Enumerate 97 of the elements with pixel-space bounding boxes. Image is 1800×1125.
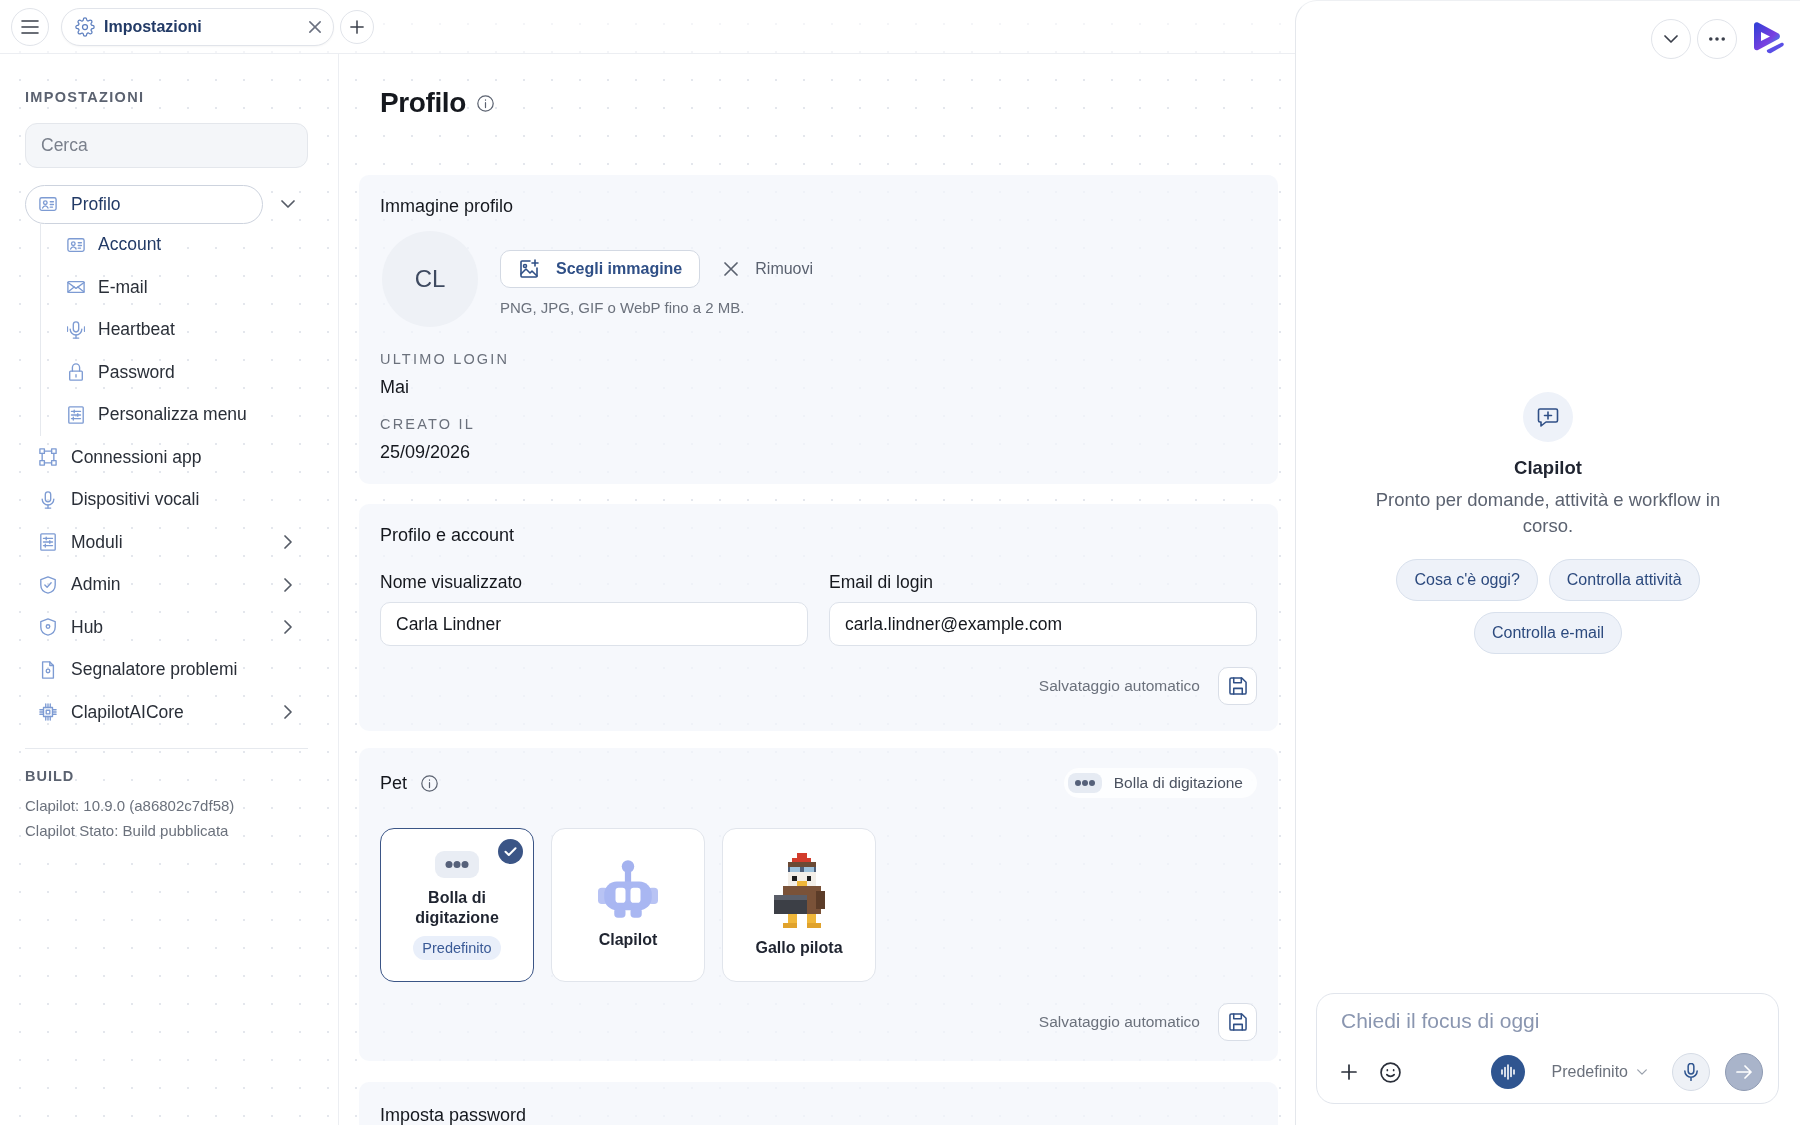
document-icon bbox=[39, 660, 57, 679]
sidebar-item[interactable]: Segnalatore problemi bbox=[25, 650, 263, 690]
default-badge: Predefinito bbox=[413, 935, 501, 960]
sidebar-heading: IMPOSTAZIONI bbox=[25, 88, 146, 106]
save-icon bbox=[1228, 677, 1247, 695]
id-card-icon bbox=[67, 235, 85, 254]
sidebar-subitem[interactable]: Heartbeat bbox=[41, 308, 307, 351]
build-info: Clapilot: 10.9.0 (a86802c7df58) bbox=[25, 795, 236, 816]
sidebar-item[interactable]: Profilo bbox=[25, 184, 263, 224]
emoji-button[interactable] bbox=[1380, 1061, 1401, 1083]
shield-icon bbox=[39, 618, 57, 637]
page-title: Profilo bbox=[380, 87, 466, 119]
save-button[interactable] bbox=[1218, 1003, 1257, 1041]
remove-button[interactable]: Rimuovi bbox=[724, 250, 814, 288]
section-title: Pet bbox=[380, 771, 408, 795]
chevron-right-icon[interactable] bbox=[281, 577, 295, 592]
voice-mode-button[interactable] bbox=[1490, 1055, 1525, 1089]
collapse-button[interactable] bbox=[1651, 18, 1691, 59]
field-label: Email di login bbox=[829, 571, 935, 593]
build-info: Clapilot Stato: Build pubblicata bbox=[25, 820, 230, 841]
autosave-label: Salvataggio automatico bbox=[1038, 677, 1200, 695]
sidebar-item[interactable]: Dispositivi vocali bbox=[25, 480, 263, 520]
microphone-waves-icon bbox=[67, 320, 85, 339]
text-field[interactable]: Carla Lindner bbox=[380, 602, 808, 646]
microphone-icon bbox=[1682, 1063, 1700, 1081]
sidebar-subitem[interactable]: E-mail bbox=[41, 266, 307, 309]
shield-check-icon bbox=[39, 575, 57, 594]
section-title: Immagine profilo bbox=[380, 195, 515, 218]
sidebar-item[interactable]: ClapilotAICore bbox=[25, 692, 263, 732]
menu-icon bbox=[21, 17, 39, 36]
sliders-icon bbox=[67, 405, 85, 424]
id-card-icon bbox=[39, 195, 57, 214]
connected-nodes-icon bbox=[39, 448, 57, 467]
avatar: CL bbox=[382, 231, 478, 327]
pet-option[interactable]: Clapilot bbox=[551, 828, 705, 982]
add-button[interactable] bbox=[1341, 1064, 1357, 1080]
autosave-label: Salvataggio automatico bbox=[1038, 1013, 1200, 1031]
sidebar-item[interactable]: Hub bbox=[25, 607, 263, 647]
sidebar-item[interactable]: Moduli bbox=[25, 522, 263, 562]
pet-option[interactable]: Bolla di digitazione Predefinito bbox=[380, 828, 534, 982]
check-icon bbox=[498, 839, 523, 864]
model-selector[interactable]: Predefinito bbox=[1551, 1063, 1647, 1081]
info-icon bbox=[421, 774, 439, 792]
search-field[interactable]: Cerca bbox=[25, 123, 308, 168]
choose-image-button[interactable]: Scegli immagine bbox=[500, 250, 701, 288]
save-button[interactable] bbox=[1218, 667, 1257, 705]
section-title: Imposta password bbox=[380, 1104, 528, 1125]
tab[interactable]: Impostazioni bbox=[61, 7, 334, 46]
assistant-name: Clapilot bbox=[1514, 456, 1582, 479]
chevron-right-icon[interactable] bbox=[281, 705, 295, 720]
plus-icon bbox=[350, 19, 364, 34]
gear-icon bbox=[75, 16, 95, 37]
build-heading: BUILD bbox=[25, 766, 76, 785]
suggestion-chip[interactable]: Controlla e-mail bbox=[1473, 612, 1622, 654]
chevron-right-icon[interactable] bbox=[281, 535, 295, 550]
chevron-right-icon[interactable] bbox=[281, 620, 295, 635]
more-icon bbox=[1709, 36, 1725, 41]
save-icon bbox=[1228, 1013, 1247, 1031]
text-field[interactable]: carla.lindner@example.com bbox=[829, 602, 1257, 646]
pet-option[interactable]: Gallo pilota bbox=[722, 828, 876, 982]
suggestion-chip[interactable]: Controlla attività bbox=[1548, 559, 1700, 601]
sidebar-item[interactable]: Admin bbox=[25, 565, 263, 605]
close-icon bbox=[724, 262, 739, 276]
microphone-icon bbox=[39, 490, 57, 509]
sliders-icon bbox=[39, 533, 57, 552]
lock-icon bbox=[67, 363, 85, 382]
sidebar-subitem[interactable]: Account bbox=[41, 223, 307, 266]
sidebar-item[interactable]: Connessioni app bbox=[25, 437, 263, 477]
detail-label: ULTIMO LOGIN bbox=[380, 350, 511, 368]
field-label: Nome visualizzato bbox=[380, 571, 523, 593]
suggestion-chip[interactable]: Cosa c'è oggi? bbox=[1396, 559, 1538, 601]
current-pet-name: Bolla di digitazione bbox=[1113, 774, 1243, 792]
plus-icon bbox=[1341, 1064, 1357, 1080]
image-add-icon bbox=[519, 259, 539, 279]
sidebar-subitem[interactable]: Personalizza menu bbox=[41, 393, 307, 436]
arrow-right-icon bbox=[1736, 1064, 1752, 1080]
info-icon bbox=[476, 94, 494, 112]
section-title: Profilo e account bbox=[380, 524, 516, 547]
message-field[interactable]: Chiedi il focus di oggi bbox=[1341, 1006, 1763, 1036]
assistant-description: Pronto per domande, attività e workflow in corso. bbox=[1374, 488, 1722, 538]
new-tab-button[interactable] bbox=[340, 9, 374, 44]
waveform-icon bbox=[1499, 1064, 1516, 1080]
menu-button[interactable] bbox=[11, 7, 49, 46]
microphone-button[interactable] bbox=[1672, 1053, 1710, 1091]
robot-icon bbox=[598, 860, 658, 918]
typing-bubble-icon bbox=[435, 850, 479, 878]
chip-icon bbox=[39, 703, 57, 722]
typing-bubble-icon bbox=[1067, 773, 1102, 793]
detail-value: Mai bbox=[380, 376, 410, 399]
caret-icon bbox=[1637, 1069, 1647, 1075]
detail-label: CREATO IL bbox=[380, 415, 476, 433]
close-icon[interactable] bbox=[309, 20, 321, 33]
upload-hint: PNG, JPG, GIF o WebP fino a 2 MB. bbox=[500, 298, 746, 318]
chat-plus-icon bbox=[1523, 392, 1573, 442]
detail-value: 25/09/2026 bbox=[380, 441, 472, 464]
sidebar-subitem[interactable]: Password bbox=[41, 351, 307, 394]
smiley-icon bbox=[1380, 1061, 1401, 1083]
